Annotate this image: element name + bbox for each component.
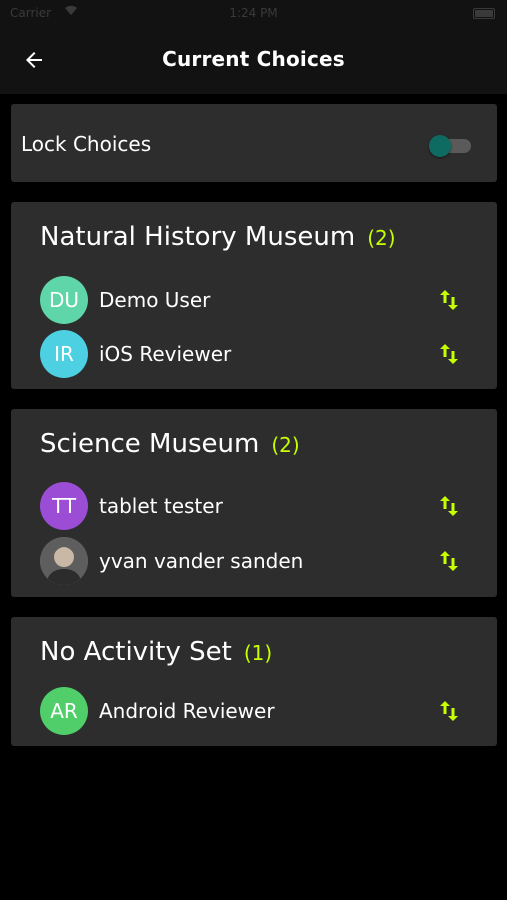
avatar: AR <box>40 687 88 735</box>
group-title: Natural History Museum <box>40 222 356 252</box>
status-bar: Carrier 1:24 PM <box>0 0 507 26</box>
group-card-science-museum: Science Museum (2) TT tablet tester yvan… <box>11 409 497 597</box>
swap-button[interactable] <box>436 492 462 520</box>
member-row[interactable]: yvan vander sanden <box>40 537 490 587</box>
swap-button[interactable] <box>436 286 462 314</box>
swap-button[interactable] <box>436 547 462 575</box>
group-header: Natural History Museum (2) <box>40 222 396 252</box>
swap-button[interactable] <box>436 697 462 725</box>
swap-vert-icon <box>440 344 458 364</box>
member-name: Demo User <box>99 288 211 312</box>
swap-vert-icon <box>440 701 458 721</box>
lock-choices-card: Lock Choices <box>11 104 497 182</box>
group-header: No Activity Set (1) <box>40 637 272 667</box>
battery-icon <box>473 8 495 19</box>
member-row[interactable]: TT tablet tester <box>40 482 490 532</box>
group-card-natural-history-museum: Natural History Museum (2) DU Demo User … <box>11 202 497 389</box>
avatar: DU <box>40 276 88 324</box>
app-bar: Current Choices <box>0 26 507 94</box>
swap-vert-icon <box>440 290 458 310</box>
avatar-photo <box>40 537 88 585</box>
toggle-thumb <box>429 135 451 157</box>
avatar: IR <box>40 330 88 378</box>
person-photo-icon <box>40 537 88 585</box>
member-name: tablet tester <box>99 494 223 518</box>
group-title: No Activity Set <box>40 637 232 667</box>
lock-choices-label: Lock Choices <box>21 132 152 156</box>
member-row[interactable]: DU Demo User <box>40 276 490 326</box>
group-title: Science Museum <box>40 429 260 459</box>
member-name: iOS Reviewer <box>99 342 232 366</box>
lock-choices-toggle[interactable] <box>429 132 475 157</box>
group-count: (2) <box>271 433 300 457</box>
page-title: Current Choices <box>162 47 345 71</box>
group-card-no-activity-set: No Activity Set (1) AR Android Reviewer <box>11 617 497 746</box>
clock-time: 1:24 PM <box>229 6 278 20</box>
swap-vert-icon <box>440 551 458 571</box>
member-row[interactable]: IR iOS Reviewer <box>40 330 490 380</box>
group-header: Science Museum (2) <box>40 429 300 459</box>
swap-button[interactable] <box>436 340 462 368</box>
member-row[interactable]: AR Android Reviewer <box>40 687 490 737</box>
avatar: TT <box>40 482 88 530</box>
member-name: yvan vander sanden <box>99 549 304 573</box>
member-name: Android Reviewer <box>99 699 275 723</box>
group-count: (2) <box>367 226 396 250</box>
group-count: (1) <box>243 641 273 665</box>
swap-vert-icon <box>440 496 458 516</box>
